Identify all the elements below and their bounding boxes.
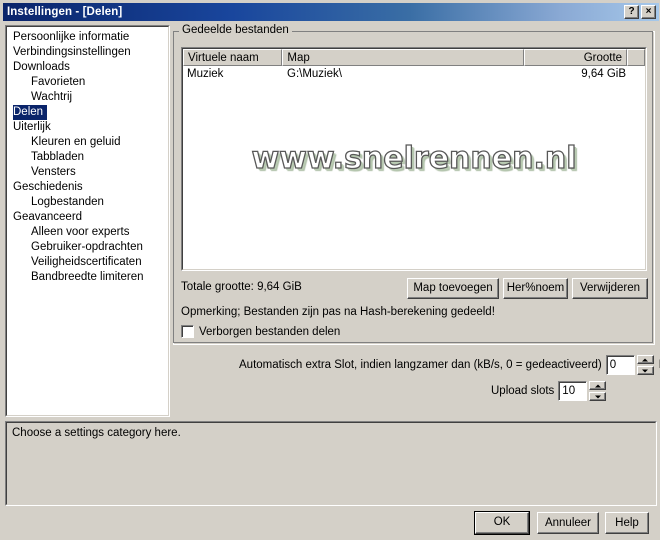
close-icon[interactable]: × xyxy=(641,5,656,19)
hash-note-label: Opmerking; Bestanden zijn pas na Hash-be… xyxy=(181,306,495,318)
upload-slots-decrement-icon[interactable] xyxy=(589,392,607,401)
titlebar-button-group: ? × xyxy=(624,5,659,19)
upload-slots-row: Upload slots 10 xyxy=(491,380,607,402)
table-cell-grootte: 9,64 GiB xyxy=(581,68,626,80)
share-hidden-files-checkbox[interactable]: Verborgen bestanden delen xyxy=(181,325,340,338)
window-title: Instellingen - [Delen] xyxy=(7,6,123,18)
sidebar-item-uiterlijk[interactable]: Uiterlijk xyxy=(7,120,168,135)
title-bar: Instellingen - [Delen] ? × xyxy=(3,3,659,21)
sidebar-item-veiligheidscertificaten[interactable]: Veiligheidscertificaten xyxy=(7,255,168,270)
list-column-header-0[interactable]: Virtuele naam xyxy=(183,49,283,66)
shared-files-list-inner: Virtuele naam Map Grootte Muziek G:\Muziek\… xyxy=(182,48,646,270)
status-panel: Choose a settings category here. xyxy=(5,421,657,506)
auto-slot-increment-icon[interactable] xyxy=(636,355,654,364)
sidebar-item-persoonlijke-informatie[interactable]: Persoonlijke informatie xyxy=(7,30,168,45)
shared-files-groupbox-title: Gedeelde bestanden xyxy=(179,24,292,37)
auto-slot-stepper[interactable] xyxy=(636,355,654,375)
table-cell-naam: Muziek xyxy=(187,68,224,80)
auto-slot-input[interactable]: 0 xyxy=(605,355,635,375)
status-panel-inner: Choose a settings category here. xyxy=(6,422,656,505)
sidebar-item-geavanceerd[interactable]: Geavanceerd xyxy=(7,210,168,225)
sidebar-item-alleen-voor-experts[interactable]: Alleen voor experts xyxy=(7,225,168,240)
sidebar-item-downloads[interactable]: Downloads xyxy=(7,60,168,75)
upload-slots-label: Upload slots xyxy=(491,385,555,397)
sidebar-item-favorieten[interactable]: Favorieten xyxy=(7,75,168,90)
table-cell-map: G:\Muziek\ xyxy=(287,68,342,80)
settings-dialog: Instellingen - [Delen] ? × Persoonlijke … xyxy=(0,0,660,540)
status-text: Choose a settings category here. xyxy=(12,427,181,439)
auto-slot-label: Automatisch extra Slot, indien langzamer… xyxy=(239,359,602,371)
cancel-button[interactable]: Annuleer xyxy=(537,512,599,534)
sidebar-item-delen[interactable]: Delen xyxy=(7,105,168,120)
total-size-label: Totale grootte: 9,64 GiB xyxy=(181,281,302,293)
auto-slot-row: Automatisch extra Slot, indien langzamer… xyxy=(239,354,660,376)
help-icon[interactable]: ? xyxy=(624,5,639,19)
auto-slot-decrement-icon[interactable] xyxy=(636,366,654,375)
upload-slots-input[interactable]: 10 xyxy=(558,381,588,401)
table-cell-extra xyxy=(630,66,645,82)
sidebar-item-label: Delen xyxy=(13,105,48,120)
list-column-header-2[interactable]: Grootte xyxy=(523,49,628,66)
upload-slots-stepper[interactable] xyxy=(589,381,607,401)
settings-category-tree-inner: Persoonlijke informatie Verbindingsinstel… xyxy=(6,26,169,416)
add-folder-button[interactable]: Map toevoegen xyxy=(407,278,499,299)
list-header-row[interactable]: Virtuele naam Map Grootte xyxy=(183,49,645,66)
sidebar-item-bandbreedte-limiteren[interactable]: Bandbreedte limiteren xyxy=(7,270,168,285)
sidebar-item-geschiedenis[interactable]: Geschiedenis xyxy=(7,180,168,195)
settings-category-tree[interactable]: Persoonlijke informatie Verbindingsinstel… xyxy=(5,25,170,417)
sidebar-item-gebruiker-opdrachten[interactable]: Gebruiker-opdrachten xyxy=(7,240,168,255)
share-hidden-files-label: Verborgen bestanden delen xyxy=(199,325,341,338)
shared-files-list[interactable]: Virtuele naam Map Grootte Muziek G:\Muziek\… xyxy=(181,47,647,271)
table-row[interactable]: Muziek G:\Muziek\ 9,64 GiB xyxy=(183,66,645,82)
sidebar-item-logbestanden[interactable]: Logbestanden xyxy=(7,195,168,210)
remove-button[interactable]: Verwijderen xyxy=(572,278,648,299)
watermark-text: www.snelrennen.nl xyxy=(251,140,577,176)
list-column-header-3[interactable] xyxy=(627,49,645,66)
sidebar-item-kleuren-en-geluid[interactable]: Kleuren en geluid xyxy=(7,135,168,150)
help-button[interactable]: Help xyxy=(605,512,649,534)
checkbox-box-icon[interactable] xyxy=(181,325,194,338)
list-body[interactable]: Muziek G:\Muziek\ 9,64 GiB xyxy=(183,66,645,82)
ok-button[interactable]: OK xyxy=(474,511,530,535)
sidebar-item-tabbladen[interactable]: Tabbladen xyxy=(7,150,168,165)
sidebar-item-vensters[interactable]: Vensters xyxy=(7,165,168,180)
upload-slots-increment-icon[interactable] xyxy=(589,381,607,390)
list-column-header-1[interactable]: Map xyxy=(282,49,524,66)
sidebar-item-verbindingsinstellingen[interactable]: Verbindingsinstellingen xyxy=(7,45,168,60)
sidebar-item-wachtrij[interactable]: Wachtrij xyxy=(7,90,168,105)
rename-button[interactable]: Her%noem xyxy=(503,278,568,299)
